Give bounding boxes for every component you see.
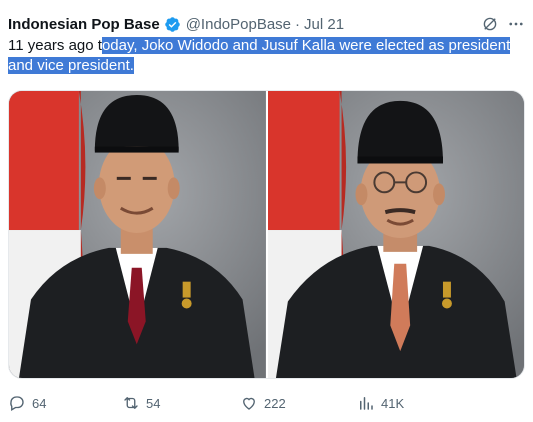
- tweet-date[interactable]: Jul 21: [304, 16, 344, 33]
- tweet-text: 11 years ago today, Joko Widodo and Jusu…: [8, 36, 526, 76]
- verified-badge-icon: [164, 16, 180, 32]
- analytics-icon: [360, 397, 373, 410]
- heart-icon: [243, 397, 255, 410]
- more-options-icon[interactable]: [507, 15, 525, 33]
- separator-dot: ·: [295, 15, 301, 33]
- reply-icon: [10, 396, 24, 411]
- repost-icon: [124, 397, 138, 409]
- repost-button[interactable]: 54: [122, 394, 240, 412]
- views-button[interactable]: 41K: [357, 394, 477, 412]
- photo-left[interactable]: [9, 91, 266, 378]
- like-button[interactable]: 222: [240, 394, 357, 412]
- view-count: 41K: [381, 395, 405, 411]
- portrait-right-image: [267, 91, 524, 378]
- like-count: 222: [264, 395, 286, 411]
- reply-count: 64: [32, 395, 47, 411]
- reply-button[interactable]: 64: [8, 394, 122, 412]
- author-handle[interactable]: @IndoPopBase: [186, 16, 291, 33]
- tweet-text-prefix: 11 years ago t: [8, 37, 102, 54]
- author-name[interactable]: Indonesian Pop Base: [8, 16, 160, 33]
- grok-icon[interactable]: [481, 15, 499, 33]
- portrait-left-image: [9, 91, 266, 378]
- tweet-header: Indonesian Pop Base @IndoPopBase · Jul 2…: [8, 13, 525, 35]
- photo-right[interactable]: [267, 91, 524, 378]
- tweet-actions: 64 54 222 41K: [8, 392, 525, 414]
- media-grid: [8, 90, 525, 379]
- repost-count: 54: [146, 395, 161, 411]
